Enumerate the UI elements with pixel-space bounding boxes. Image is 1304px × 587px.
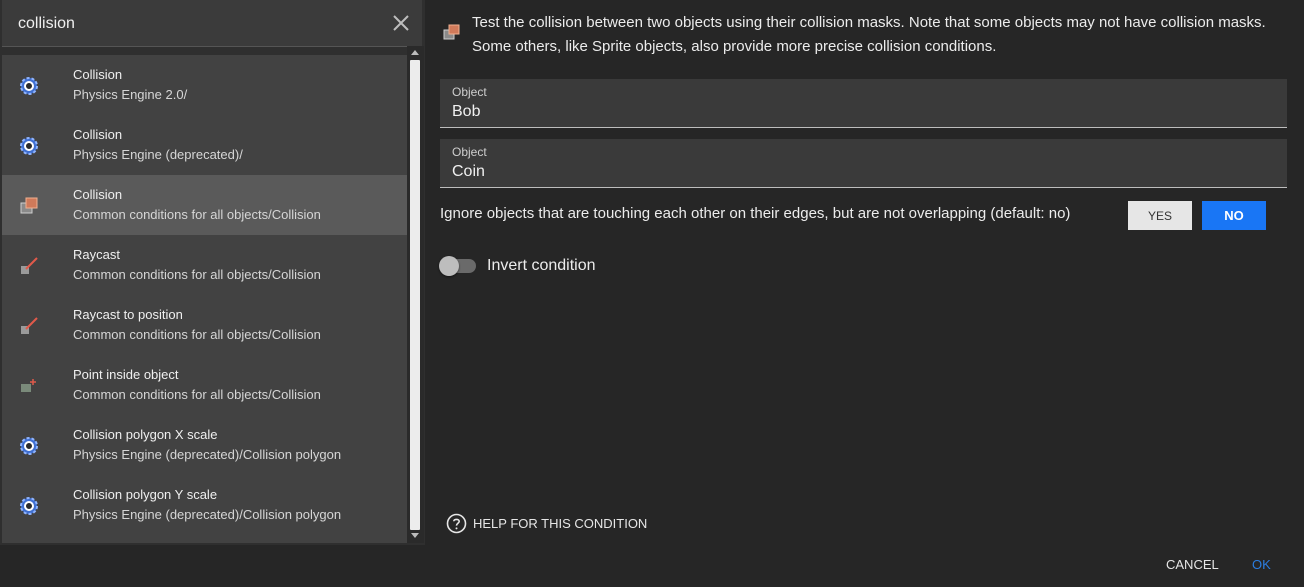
field-label: Object [452,85,487,99]
search-results-list: Collision Physics Engine 2.0/ Collision … [2,55,407,543]
field-value[interactable]: Coin [452,163,485,181]
ok-button[interactable]: OK [1246,556,1277,573]
list-item[interactable]: Collision Physics Engine 2.0/ [2,55,407,115]
invert-condition-toggle[interactable] [439,256,476,276]
result-path: Common conditions for all objects/Collis… [73,267,321,282]
object-field-first[interactable]: Object Bob [440,79,1287,128]
raycast-icon [21,257,38,274]
result-path: Common conditions for all objects/Collis… [73,387,321,402]
physics-gear-icon [20,437,38,455]
help-circle-icon [446,513,467,534]
result-title: Collision polygon Y scale [73,487,218,502]
collision-boxes-icon [443,24,460,40]
list-item-selected[interactable]: Collision Common conditions for all obje… [2,175,407,235]
field-value[interactable]: Bob [452,103,480,121]
result-path: Physics Engine (deprecated)/Collision po… [73,447,342,462]
help-label: HELP FOR THIS CONDITION [473,516,648,531]
object-field-second[interactable]: Object Coin [440,139,1287,188]
list-item[interactable]: Collision Physics Engine (deprecated)/ [2,115,407,175]
result-path: Physics Engine 2.0/ [73,87,188,102]
list-item[interactable]: Raycast to position Common conditions fo… [2,295,407,355]
result-title: Collision [73,187,123,202]
results-scrollbar[interactable] [407,46,424,543]
result-path: Common conditions for all objects/Collis… [73,327,321,342]
scroll-thumb[interactable] [410,60,420,530]
search-input[interactable] [16,12,380,36]
list-item[interactable]: Collision polygon X scale Physics Engine… [2,415,407,475]
scroll-up-arrow-icon[interactable] [411,50,419,55]
no-button[interactable]: NO [1202,201,1266,230]
search-bar [2,0,422,47]
physics-gear-icon [20,77,38,95]
scroll-down-arrow-icon[interactable] [411,533,419,538]
list-item[interactable]: Point inside object Common conditions fo… [2,355,407,415]
instruction-search-panel: Collision Physics Engine 2.0/ Collision … [0,0,425,545]
point-inside-icon [21,379,36,392]
ignore-edges-label: Ignore objects that are touching each ot… [440,205,1071,222]
list-item[interactable]: Raycast Common conditions for all object… [2,235,407,295]
physics-gear-icon [20,137,38,155]
result-title: Collision [73,67,123,82]
result-path: Physics Engine (deprecated)/Collision po… [73,507,342,522]
list-item[interactable]: Collision polygon Y scale Physics Engine… [2,475,407,535]
invert-condition-label: Invert condition [487,257,596,274]
result-title: Raycast to position [73,307,183,322]
condition-description: Test the collision between two objects u… [472,14,1266,55]
result-title: Point inside object [73,367,179,382]
result-title: Collision [73,127,123,142]
raycast-icon [21,317,38,334]
result-title: Collision polygon X scale [73,427,218,442]
result-path: Physics Engine (deprecated)/ [73,147,243,162]
field-label: Object [452,145,487,159]
result-path: Common conditions for all objects/Collis… [73,207,321,222]
collision-boxes-icon [20,197,38,214]
result-title: Raycast [73,247,120,262]
yes-button[interactable]: YES [1128,201,1192,230]
cancel-button[interactable]: CANCEL [1160,556,1225,573]
physics-gear-icon [20,497,38,515]
close-icon[interactable] [389,11,413,35]
toggle-knob [439,256,459,276]
